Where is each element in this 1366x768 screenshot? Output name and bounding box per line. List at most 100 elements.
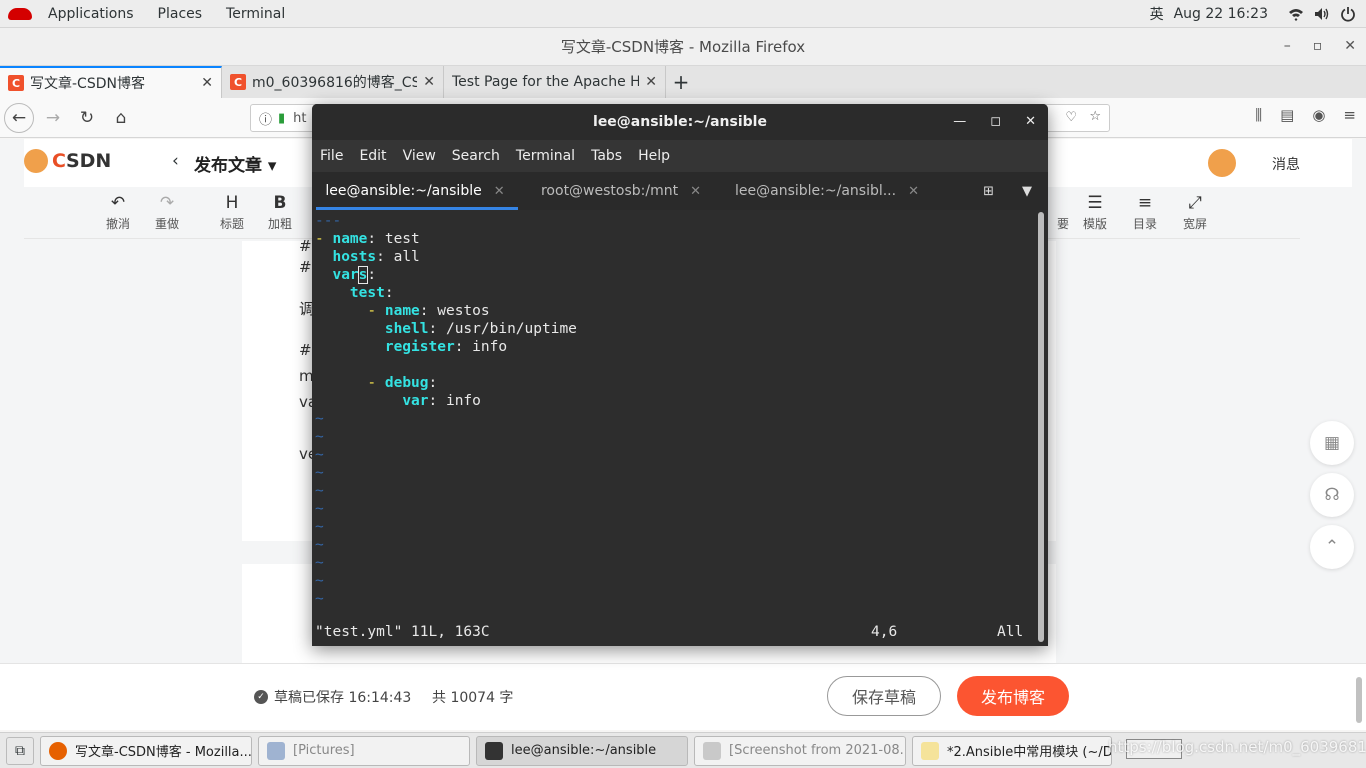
- menu-help[interactable]: Help: [638, 148, 670, 164]
- editor-footer: ✓ 草稿已保存 16:14:43 共 10074 字 保存草稿 发布博客: [0, 663, 1366, 730]
- close-tab-icon[interactable]: ✕: [645, 74, 657, 90]
- bold-button[interactable]: B 加粗: [260, 193, 300, 232]
- gnome-top-bar: Applications Places Terminal 英 Aug 22 16…: [0, 0, 1366, 28]
- menu-terminal[interactable]: Terminal: [516, 148, 575, 164]
- show-desktop-icon[interactable]: ⧉: [6, 736, 34, 765]
- csdn-favicon-icon: C: [230, 74, 246, 90]
- new-tab-icon[interactable]: ⊞: [983, 184, 994, 199]
- clock[interactable]: Aug 22 16:23: [1174, 6, 1268, 22]
- check-icon: ✓: [254, 690, 268, 704]
- avatar[interactable]: [1206, 147, 1238, 179]
- hamburger-menu-icon[interactable]: ≡: [1343, 106, 1356, 124]
- save-draft-button[interactable]: 保存草稿: [827, 676, 941, 716]
- taskbar-item-firefox[interactable]: 写文章-CSDN博客 - Mozilla...: [40, 735, 252, 766]
- terminal-app-menu[interactable]: Terminal: [214, 6, 297, 22]
- back-to-top-icon[interactable]: ⌃: [1310, 525, 1354, 569]
- menu-view[interactable]: View: [403, 148, 436, 164]
- back-button[interactable]: ←: [4, 102, 34, 133]
- close-tab-icon[interactable]: ✕: [908, 184, 919, 199]
- terminal-tab-westosb[interactable]: root@westosb:/mnt ✕: [518, 172, 724, 210]
- terminal-tab-bar: lee@ansible:~/ansible ✕ root@westosb:/mnt…: [312, 172, 1048, 210]
- menu-search[interactable]: Search: [452, 148, 500, 164]
- folder-icon: [267, 741, 285, 760]
- close-icon[interactable]: ✕: [1025, 114, 1036, 129]
- bookmark-star-icon[interactable]: ☆: [1089, 109, 1101, 124]
- messages-link[interactable]: 消息: [1272, 154, 1300, 174]
- info-icon[interactable]: ⓘ: [259, 109, 272, 128]
- terminal-icon: [485, 741, 503, 760]
- terminal-tab-ansible[interactable]: lee@ansible:~/ansible ✕: [312, 172, 518, 210]
- wifi-icon[interactable]: [1288, 6, 1304, 22]
- vim-buffer[interactable]: --- - name: test hosts: all vars: test: -…: [312, 210, 1036, 646]
- menu-edit[interactable]: Edit: [359, 148, 386, 164]
- maximize-icon[interactable]: ◻: [990, 114, 1001, 129]
- image-viewer-icon: [703, 741, 721, 760]
- publish-blog-button[interactable]: 发布博客: [957, 676, 1069, 716]
- terminal-window: lee@ansible:~/ansible — ◻ ✕ File Edit Vi…: [312, 104, 1048, 646]
- input-method-indicator[interactable]: 英: [1150, 4, 1164, 24]
- firefox-window-title: 写文章-CSDN博客 - Mozilla Firefox: [560, 38, 806, 56]
- minimize-icon[interactable]: —: [953, 114, 966, 129]
- heading-button[interactable]: H 标题: [212, 193, 252, 232]
- toc-button[interactable]: ≡ 目录: [1125, 193, 1165, 232]
- menu-tabs[interactable]: Tabs: [591, 148, 622, 164]
- browser-tab-write-article[interactable]: C 写文章-CSDN博客 ✕: [0, 66, 222, 98]
- redo-icon: ↷: [159, 193, 175, 213]
- terminal-scrollbar[interactable]: [1038, 212, 1044, 642]
- firefox-icon: [49, 741, 67, 760]
- minimize-icon[interactable]: –: [1284, 38, 1291, 54]
- customer-service-icon[interactable]: ☊: [1310, 473, 1354, 517]
- pocket-icon[interactable]: ♡: [1065, 110, 1077, 125]
- places-menu[interactable]: Places: [146, 6, 215, 22]
- tab-menu-chevron-down-icon[interactable]: ▼: [1022, 184, 1032, 199]
- taskbar-item-text-editor[interactable]: *2.Ansible中常用模块 (~/D...: [912, 735, 1112, 766]
- browser-tab-blog[interactable]: C m0_60396816的博客_CS ✕: [222, 66, 444, 98]
- terminal-tab-ansible-2[interactable]: lee@ansible:~/ansibl... ✕: [724, 172, 930, 210]
- browser-tab-apache-test[interactable]: Test Page for the Apache HT ✕: [444, 66, 666, 98]
- close-icon[interactable]: ✕: [1344, 38, 1356, 54]
- terminal-titlebar[interactable]: lee@ansible:~/ansible — ◻ ✕: [312, 104, 1048, 140]
- csdn-logo[interactable]: CSDN: [24, 149, 111, 173]
- library-icon[interactable]: ⫼: [1255, 106, 1262, 124]
- new-tab-button[interactable]: +: [666, 66, 696, 98]
- firefox-tab-bar: C 写文章-CSDN博客 ✕ C m0_60396816的博客_CS ✕ Tes…: [0, 66, 1366, 98]
- reload-button[interactable]: ↻: [72, 103, 102, 133]
- forward-button[interactable]: →: [38, 103, 68, 133]
- volume-icon[interactable]: [1314, 6, 1330, 22]
- publish-article-title[interactable]: 发布文章 ▾: [194, 151, 276, 176]
- qrcode-icon[interactable]: ▦: [1310, 421, 1354, 465]
- toc-icon: ≡: [1137, 193, 1153, 213]
- taskbar-item-terminal[interactable]: lee@ansible:~/ansible: [476, 735, 688, 766]
- editor-line: #: [299, 258, 312, 276]
- firefox-titlebar: 写文章-CSDN博客 - Mozilla Firefox – ▫ ✕: [0, 28, 1366, 66]
- close-tab-icon[interactable]: ✕: [423, 74, 435, 90]
- taskbar-item-pictures[interactable]: [Pictures]: [258, 735, 470, 766]
- summary-button[interactable]: 要: [1048, 193, 1078, 232]
- account-icon[interactable]: ◉: [1312, 106, 1325, 124]
- maximize-icon[interactable]: ▫: [1313, 38, 1323, 54]
- fullwidth-button[interactable]: ⤢ 宽屏: [1175, 193, 1215, 232]
- template-icon: ☰: [1087, 193, 1103, 213]
- template-button[interactable]: ☰ 模版: [1075, 193, 1115, 232]
- sidebar-icon[interactable]: ▤: [1280, 106, 1294, 124]
- redhat-logo-icon: [8, 7, 32, 20]
- page-scrollbar[interactable]: [1356, 677, 1362, 723]
- taskbar-item-screenshot[interactable]: [Screenshot from 2021-08...: [694, 735, 906, 766]
- terminal-title: lee@ansible:~/ansible: [593, 114, 767, 130]
- close-tab-icon[interactable]: ✕: [201, 75, 213, 91]
- terminal-menubar: File Edit View Search Terminal Tabs Help: [312, 140, 1048, 172]
- power-icon[interactable]: [1340, 6, 1356, 22]
- heading-icon: H: [225, 193, 239, 213]
- back-chevron-icon[interactable]: ‹: [172, 151, 179, 171]
- menu-file[interactable]: File: [320, 148, 343, 164]
- url-text: ht: [293, 110, 307, 126]
- home-button[interactable]: ⌂: [106, 103, 136, 133]
- redo-button[interactable]: ↷ 重做: [147, 193, 187, 232]
- close-tab-icon[interactable]: ✕: [494, 184, 505, 199]
- text-editor-icon: [921, 741, 939, 760]
- undo-button[interactable]: ↶ 撤消: [98, 193, 138, 232]
- close-tab-icon[interactable]: ✕: [690, 184, 701, 199]
- applications-menu[interactable]: Applications: [36, 6, 146, 22]
- summary-icon: [1048, 193, 1078, 215]
- editor-line: #: [299, 237, 312, 255]
